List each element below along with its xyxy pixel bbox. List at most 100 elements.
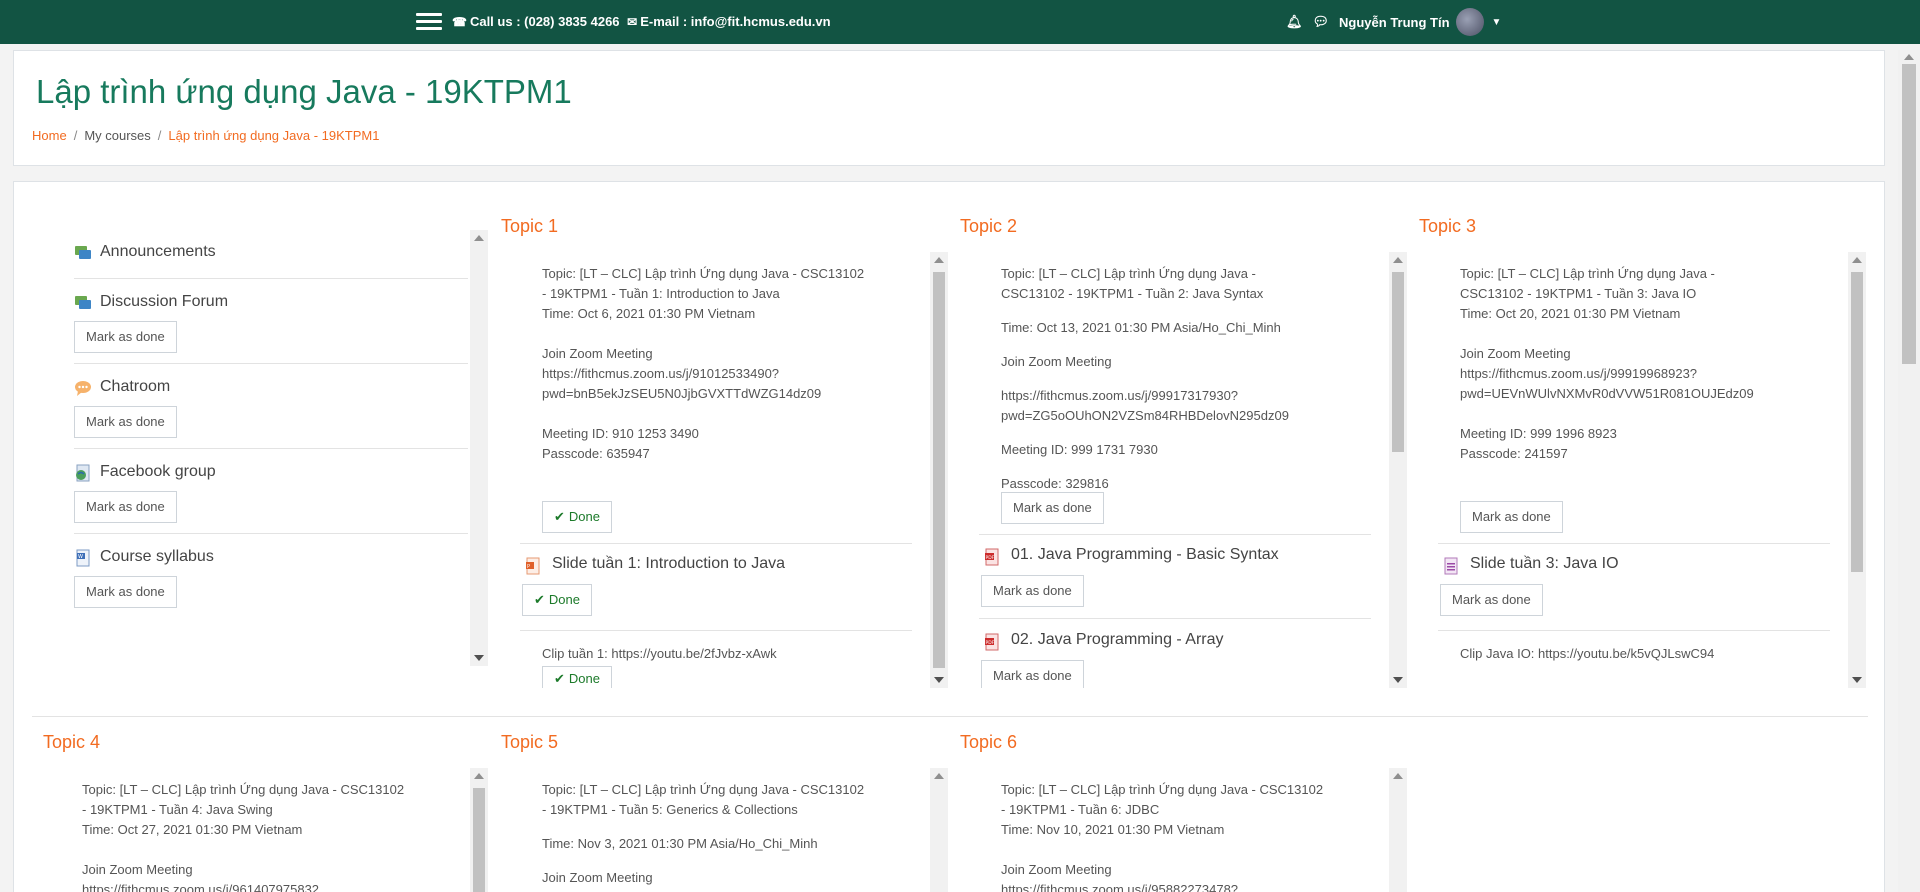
topic-text-line: Passcode: 241597 <box>1460 446 1568 461</box>
topic-text-line: Topic: [LT – CLC] Lập trình Ứng dụng Jav… <box>82 782 405 797</box>
scroll-down-icon[interactable] <box>474 655 484 661</box>
mark-as-done-button[interactable]: Mark as done <box>74 321 177 353</box>
topic-4-scrollbar[interactable] <box>470 768 488 892</box>
zoom-link[interactable]: pwd=bnB5ekJzSEU5N0JjbGVXTTdWZG14dz09 <box>542 384 902 404</box>
page-scrollbar[interactable] <box>1898 50 1920 892</box>
done-button[interactable]: ✔ Done <box>522 584 592 616</box>
course-content: Announcements Discussion Forum Mark as d… <box>13 181 1885 892</box>
svg-text:W: W <box>78 554 83 560</box>
topic-3-title[interactable]: Topic 3 <box>1419 216 1476 237</box>
facebook-group-link[interactable]: Facebook group <box>100 463 216 481</box>
scroll-up-icon[interactable] <box>474 235 484 241</box>
topic-text-line: Topic: [LT – CLC] Lập trình Ứng dụng Jav… <box>1460 266 1715 281</box>
slide-week-3-link[interactable]: Slide tuần 3: Java IO <box>1470 555 1619 573</box>
mark-as-done-button[interactable]: Mark as done <box>74 576 177 608</box>
breadcrumb-my-courses[interactable]: My courses <box>84 128 150 143</box>
mark-as-done-button[interactable]: Mark as done <box>981 575 1084 607</box>
discussion-forum-link[interactable]: Discussion Forum <box>100 293 228 311</box>
powerpoint-icon: P <box>526 557 540 575</box>
zoom-link[interactable]: https://fithcmus.zoom.us/j/99917317930? <box>1001 386 1361 406</box>
clip-java-io[interactable]: Clip Java IO: https://youtu.be/k5vQJLswC… <box>1460 644 1820 664</box>
announcements-link[interactable]: Announcements <box>100 243 216 261</box>
zoom-link[interactable]: pwd=ZG5oOUhON2VZSm84RHBDelovN295dz09 <box>1001 406 1361 426</box>
slide-week-1-link[interactable]: Slide tuần 1: Introduction to Java <box>552 555 785 573</box>
course-syllabus-link[interactable]: Course syllabus <box>100 548 214 566</box>
topic-text-line: Time: Oct 13, 2021 01:30 PM Asia/Ho_Chi_… <box>1001 320 1281 335</box>
divider <box>74 448 468 449</box>
topic-5-scrollbar[interactable] <box>930 768 948 892</box>
done-button[interactable]: ✔ Done <box>542 501 612 533</box>
scroll-thumb[interactable] <box>1851 272 1863 572</box>
breadcrumb: Home / My courses / Lập trình ứng dụng Java … <box>32 128 379 143</box>
done-label: Done <box>568 671 600 686</box>
hamburger-icon[interactable] <box>416 13 442 31</box>
scroll-up-icon[interactable] <box>1904 54 1914 60</box>
topic-3-description: Topic: [LT – CLC] Lập trình Ứng dụng Jav… <box>1460 264 1820 464</box>
user-menu: 🔔︎ 💬︎ Nguyễn Trung Tín ▼ <box>1286 8 1501 36</box>
mark-as-done-button[interactable]: Mark as done <box>981 660 1084 688</box>
zoom-link[interactable]: pwd=UEVnWUlvNXMvR0dVVW51R081OUJEdz09 <box>1460 384 1820 404</box>
topic-text-line: Join Zoom Meeting <box>1001 354 1112 369</box>
scroll-down-icon[interactable] <box>934 677 944 683</box>
scroll-thumb[interactable] <box>933 272 945 668</box>
topic-3-content: Topic: [LT – CLC] Lập trình Ứng dụng Jav… <box>1438 252 1868 688</box>
general-section: Announcements Discussion Forum Mark as d… <box>60 230 490 666</box>
topic-6-title[interactable]: Topic 6 <box>960 732 1017 753</box>
topic-1-content: Topic: [LT – CLC] Lập trình Ứng dụng Jav… <box>520 252 950 688</box>
topic-text-line: Time: Oct 6, 2021 01:30 PM Vietnam <box>542 306 756 321</box>
topic-4-title[interactable]: Topic 4 <box>43 732 100 753</box>
topic-5-title[interactable]: Topic 5 <box>501 732 558 753</box>
topic-6-scrollbar[interactable] <box>1389 768 1407 892</box>
topic-1-title[interactable]: Topic 1 <box>501 216 558 237</box>
topic-text-line: CSC13102 - 19KTPM1 - Tuần 3: Java IO <box>1460 286 1697 301</box>
mark-as-done-button[interactable]: Mark as done <box>74 491 177 523</box>
mark-as-done-button[interactable]: Mark as done <box>1001 492 1104 524</box>
scroll-thumb[interactable] <box>1902 64 1916 364</box>
topic-text-line: Meeting ID: 910 1253 3490 <box>542 426 699 441</box>
scroll-down-icon[interactable] <box>1852 677 1862 683</box>
scroll-up-icon[interactable] <box>1393 773 1403 779</box>
topic-text-line: Join Zoom Meeting <box>82 862 193 877</box>
scroll-thumb[interactable] <box>473 788 485 892</box>
chat-icon <box>75 381 91 396</box>
scroll-thumb[interactable] <box>1392 272 1404 452</box>
mark-as-done-button[interactable]: Mark as done <box>1460 501 1563 533</box>
array-link[interactable]: 02. Java Programming - Array <box>1011 631 1224 649</box>
avatar[interactable] <box>1455 8 1484 36</box>
scroll-up-icon[interactable] <box>474 773 484 779</box>
divider <box>74 533 468 534</box>
basic-syntax-link[interactable]: 01. Java Programming - Basic Syntax <box>1011 546 1279 564</box>
scroll-up-icon[interactable] <box>1852 257 1862 263</box>
chatroom-link[interactable]: Chatroom <box>100 378 170 396</box>
topic-2-scrollbar[interactable] <box>1389 252 1407 688</box>
scroll-up-icon[interactable] <box>1393 257 1403 263</box>
contact-info: ☎ Call us : (028) 3835 4266 ✉ E-mail : inf… <box>452 14 831 29</box>
breadcrumb-current[interactable]: Lập trình ứng dụng Java - 19KTPM1 <box>168 128 379 143</box>
zoom-link[interactable]: https://fithcmus.zoom.us/j/91012533490? <box>542 364 902 384</box>
scroll-up-icon[interactable] <box>934 773 944 779</box>
bell-icon[interactable]: 🔔︎ <box>1286 14 1303 30</box>
zoom-link[interactable]: https://fithcmus.zoom.us/j/99919968923? <box>1460 364 1820 384</box>
topic-text-line: Time: Nov 10, 2021 01:30 PM Vietnam <box>1001 822 1225 837</box>
zoom-link[interactable]: https://fithcmus.zoom.us/j/95882273478? <box>1001 880 1361 892</box>
topic-text-line: Meeting ID: 999 1731 7930 <box>1001 442 1158 457</box>
zoom-link[interactable]: https://fithcmus.zoom.us/j/961407975832 <box>82 880 442 892</box>
caret-down-icon[interactable]: ▼ <box>1492 17 1502 28</box>
clip-week-1[interactable]: Clip tuần 1: https://youtu.be/2fJvbz-xAw… <box>542 644 902 664</box>
mark-as-done-button[interactable]: Mark as done <box>74 406 177 438</box>
topic-1-scrollbar[interactable] <box>930 252 948 688</box>
breadcrumb-separator: / <box>157 128 162 143</box>
topic-3-scrollbar[interactable] <box>1848 252 1866 688</box>
breadcrumb-home[interactable]: Home <box>32 128 67 143</box>
scroll-down-icon[interactable] <box>1393 677 1403 683</box>
user-name[interactable]: Nguyễn Trung Tín <box>1339 15 1450 30</box>
message-icon[interactable]: 💬︎ <box>1313 14 1330 30</box>
mark-as-done-button[interactable]: Mark as done <box>1440 584 1543 616</box>
topic-6-content: Topic: [LT – CLC] Lập trình Ứng dụng Jav… <box>979 768 1409 892</box>
section-scrollbar[interactable] <box>470 230 488 666</box>
topic-2-title[interactable]: Topic 2 <box>960 216 1017 237</box>
scroll-up-icon[interactable] <box>934 257 944 263</box>
done-button[interactable]: ✔ Done <box>542 666 612 688</box>
